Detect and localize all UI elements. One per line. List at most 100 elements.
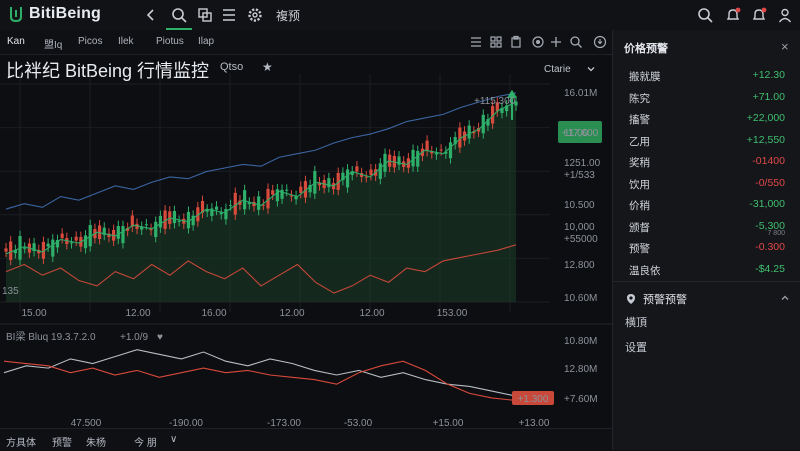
tab-2[interactable]: 盟Iq	[44, 36, 62, 51]
chevron-left-icon[interactable]	[142, 6, 160, 24]
top-bar: BitiBeing 複预	[0, 0, 800, 31]
indicator-y-tick: 10.80M	[564, 336, 597, 347]
x-tick-label: 12.00	[279, 308, 304, 319]
alert-name: 陈究	[629, 92, 650, 105]
alert-value: -0.300	[755, 241, 785, 253]
y-tick-label: 12.800	[564, 260, 595, 271]
candle-body	[425, 140, 429, 152]
indicator-x-tick: 47.500	[71, 418, 102, 428]
tab-3[interactable]: Picos	[78, 36, 102, 47]
y-tick-label: 10.60M	[564, 293, 597, 304]
alert-row[interactable]: 温良依 -$4.25	[613, 260, 800, 280]
alert-row[interactable]: 预警 -0.300	[613, 238, 800, 258]
price-chart[interactable]: +115,300+17,60016.01M11.001251.00+1/5331…	[0, 54, 612, 428]
alert-row[interactable]: 陈究 +71.00	[613, 88, 800, 108]
copy-icon[interactable]	[196, 6, 214, 24]
alert-row[interactable]: 搐警 +22,000	[613, 109, 800, 129]
candle-body	[416, 151, 420, 167]
alert-row[interactable]: 搬就膜 +12.30	[613, 66, 800, 86]
panel-link-1[interactable]: 横頂	[625, 314, 647, 330]
alert-row[interactable]: 奖稍 -01400	[613, 152, 800, 172]
candle-body	[233, 192, 237, 215]
candle-body	[369, 169, 373, 176]
indicator-x-tick: +15.00	[433, 418, 464, 428]
candle-body	[439, 149, 443, 151]
close-icon[interactable]: ×	[781, 39, 789, 54]
candle-body	[448, 142, 453, 159]
x-tick-label: 12.00	[125, 308, 150, 319]
nav-text[interactable]: 複预	[276, 7, 300, 24]
candle-body	[154, 221, 158, 238]
indicator-y-tick: +7.60M	[564, 394, 598, 405]
pin-icon	[627, 294, 635, 304]
alert-name: 乙用	[629, 135, 650, 148]
alert-row[interactable]: 饮用 -0/550	[613, 174, 800, 194]
tab-4[interactable]: Ilek	[118, 36, 134, 47]
bottom-item-3[interactable]: 朱杨	[86, 434, 106, 449]
indicator-value: +1.0/9	[120, 332, 149, 343]
alert-row[interactable]: 乙用 +12,550	[613, 131, 800, 151]
list-icon[interactable]	[469, 35, 483, 49]
alert-name: 温良依	[629, 264, 661, 277]
candle-body	[23, 247, 27, 249]
alert-value: -01400	[752, 155, 785, 167]
candle-body	[60, 233, 64, 239]
camera-icon[interactable]	[593, 35, 607, 49]
candle-body	[74, 236, 78, 241]
avatar-icon[interactable]	[776, 6, 794, 24]
alert-subvalue: 7 800	[767, 229, 785, 237]
x-tick-label: 12.00	[359, 308, 384, 319]
candle-body	[144, 224, 148, 226]
indicator-y-tick: 12.80M	[564, 364, 597, 375]
alert-row[interactable]: 颁督 -5,300 7 800	[613, 217, 800, 237]
candle-body	[345, 169, 350, 188]
alert-name: 价稍	[629, 200, 650, 212]
candle-body	[285, 189, 289, 191]
panel-title: 价格预警	[624, 43, 668, 55]
alerts-panel: 价格预警 × 搬就膜 +12.30 陈究 +71.00 搐警 +22,000 乙用 +12,5…	[612, 30, 800, 450]
chevron-up-icon[interactable]	[779, 292, 791, 304]
bottom-item-2[interactable]: 预警	[52, 434, 72, 449]
candle-body	[51, 239, 55, 257]
section-header[interactable]: 预警预警	[625, 291, 687, 307]
bottom-item-1[interactable]: 方具体	[6, 434, 36, 449]
bell-icon[interactable]	[750, 6, 768, 24]
panel-link-2[interactable]: 设置	[625, 339, 647, 355]
tab-kan[interactable]: Kan	[7, 36, 25, 47]
candle-body	[69, 242, 74, 244]
y-tick-label: 10,000	[564, 222, 595, 233]
candle-body	[271, 190, 275, 195]
candle-body	[4, 248, 8, 252]
clipboard-icon[interactable]	[509, 35, 523, 49]
candle-body	[467, 125, 471, 139]
alert-name: 奖稍	[629, 157, 650, 169]
y-tick-label: 10.500	[564, 200, 595, 211]
candle-body	[83, 235, 88, 249]
bottom-item-4[interactable]: 今 朋	[134, 434, 157, 449]
alert-value: -$4.25	[755, 262, 785, 275]
bell-icon[interactable]	[724, 6, 742, 24]
plus-icon[interactable]	[549, 35, 563, 49]
x-tick-label: 153.00	[437, 308, 468, 319]
list-icon[interactable]	[220, 6, 238, 24]
candle-body	[228, 205, 233, 207]
tab-6[interactable]: Ilap	[198, 36, 214, 47]
search-icon[interactable]	[696, 6, 714, 24]
target-icon[interactable]	[531, 35, 545, 49]
candle-body	[327, 178, 331, 188]
logo[interactable]: BitiBeing	[8, 5, 101, 23]
alert-value: +22,000	[746, 112, 785, 124]
search-icon[interactable]	[170, 6, 188, 24]
tab-5[interactable]: Piotus	[156, 36, 184, 47]
heart-icon: ♥	[157, 332, 163, 343]
alert-row[interactable]: 价稍 -31,000	[613, 195, 800, 215]
indicator-x-tick: -53.00	[344, 418, 373, 428]
y-tick-label: 11.00	[564, 128, 589, 139]
search-icon[interactable]	[569, 35, 583, 49]
left-label: 135	[2, 286, 19, 297]
candle-body	[257, 196, 261, 210]
chevron-down-icon[interactable]: ∨	[170, 434, 177, 445]
grid-icon[interactable]	[489, 35, 503, 49]
app-name: BitiBeing	[29, 5, 102, 22]
gear-icon[interactable]	[246, 6, 264, 24]
